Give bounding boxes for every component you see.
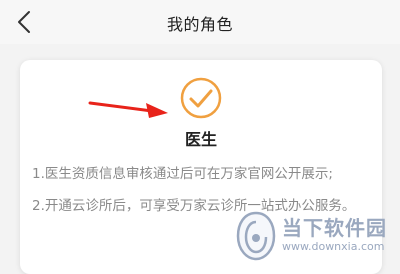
page-title: 我的角色: [166, 15, 233, 34]
watermark-title: 当下软件园: [282, 216, 387, 240]
check-circle-icon: [180, 77, 222, 119]
downxia-logo-icon: [236, 211, 276, 261]
watermark-url: www.downxia.com: [282, 240, 385, 253]
watermark: 当下软件园 www.downxia.com: [234, 210, 394, 262]
role-note-1: 1.医生资质信息审核通过后可在万家官网公开展示;: [32, 166, 333, 182]
role-name: 医生: [184, 130, 217, 149]
red-arrow-icon: [88, 101, 168, 118]
header-bar: 我的角色: [0, 0, 400, 44]
